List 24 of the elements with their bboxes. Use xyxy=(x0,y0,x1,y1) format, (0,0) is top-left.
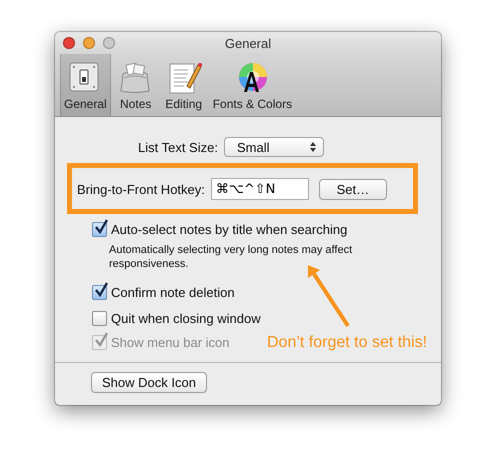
checkbox-label: Quit when closing window xyxy=(111,310,261,326)
toolbar-tab[interactable]: Fonts & Colors xyxy=(208,54,296,116)
toolbar-tab[interactable]: General xyxy=(60,54,111,116)
popup-button[interactable]: Small xyxy=(224,137,324,157)
checkbox-label: Show menu bar icon xyxy=(111,334,230,350)
show-dock-icon-button[interactable]: Show Dock Icon xyxy=(91,372,207,393)
help-text: Automatically selecting very long notes may affect responsiveness. xyxy=(109,243,354,271)
stepper-arrows-icon xyxy=(308,141,317,153)
checkbox[interactable] xyxy=(92,310,107,326)
checkbox-label: Confirm note deletion xyxy=(111,284,235,300)
annotation-text: Don’t forget to set this! xyxy=(267,334,428,352)
toolbar-tab[interactable]: Notes xyxy=(112,54,159,116)
set-button[interactable]: Set… xyxy=(318,178,387,200)
checkbox[interactable] xyxy=(92,222,107,236)
field-label: List Text Size: xyxy=(138,140,218,154)
field-label: Bring-to-Front Hotkey: xyxy=(77,182,205,196)
checkbox-label: Auto-select notes by title when searching xyxy=(111,222,348,236)
checkbox[interactable] xyxy=(92,284,107,300)
close-button[interactable] xyxy=(63,37,75,49)
zoom-button[interactable] xyxy=(103,37,115,49)
hotkey-field[interactable]: ⌘⌥^⇧N xyxy=(210,178,309,200)
minimize-button[interactable] xyxy=(83,37,95,49)
toolbar-tab[interactable]: Editing xyxy=(160,54,207,116)
window-title: General xyxy=(224,36,272,50)
